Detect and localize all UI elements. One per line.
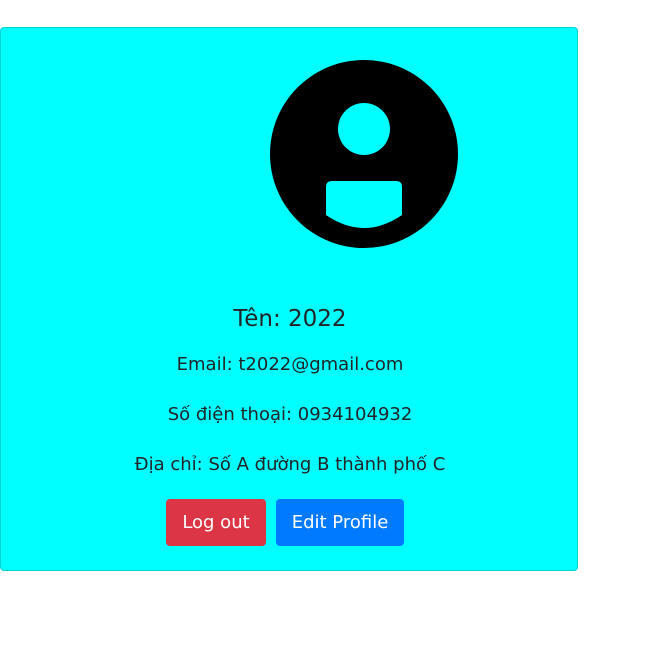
- avatar-icon: [269, 59, 459, 249]
- profile-email: Email: t2022@gmail.com: [176, 354, 404, 375]
- profile-address: Địa chỉ: Số A đường B thành phố C: [134, 454, 446, 475]
- profile-name: Tên: 2022: [233, 306, 347, 332]
- logout-button[interactable]: Log out: [166, 499, 266, 546]
- edit-profile-button[interactable]: Edit Profile: [276, 499, 404, 546]
- profile-card: Tên: 2022 Email: t2022@gmail.com Số điện…: [0, 27, 578, 571]
- profile-phone: Số điện thoại: 0934104932: [167, 404, 413, 425]
